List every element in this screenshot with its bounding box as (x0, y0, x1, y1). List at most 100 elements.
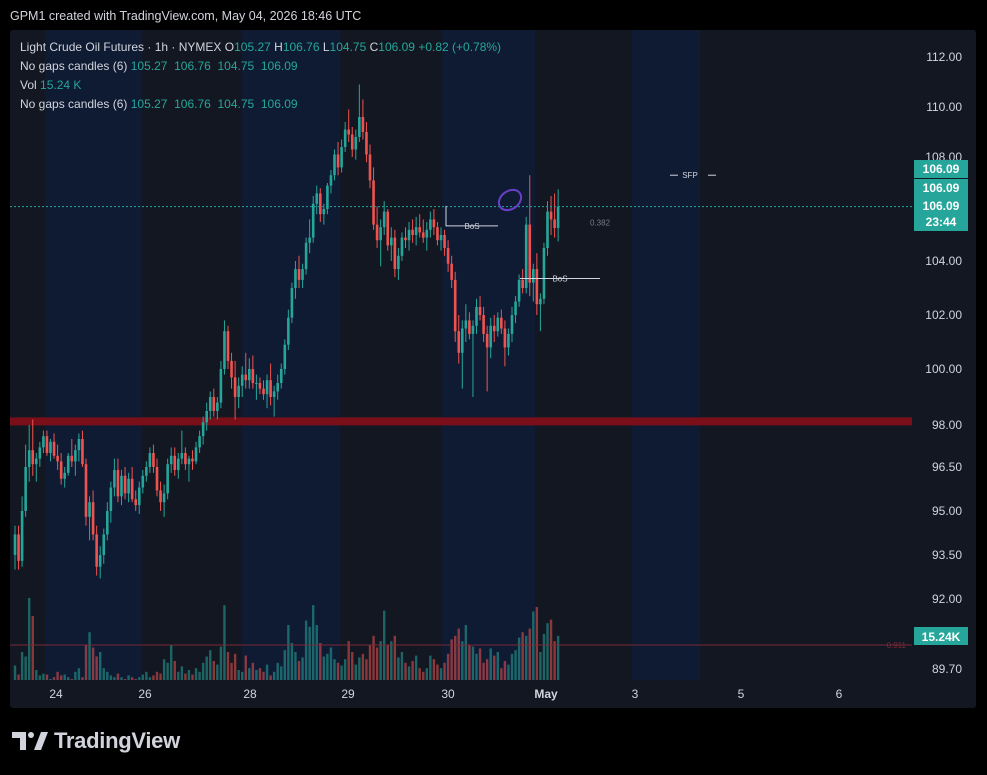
candle-body (42, 436, 45, 448)
candle-body (109, 487, 113, 511)
legend-indicator-1[interactable]: No gaps candles (6) 105.27 106.76 104.75… (20, 57, 501, 76)
candle-body (91, 502, 95, 535)
volume-bar (464, 625, 468, 688)
candle-body (521, 279, 524, 288)
candle-body (308, 237, 311, 243)
volume-bar (312, 605, 315, 688)
candle-body (173, 455, 177, 470)
candle-body (208, 397, 212, 411)
legend-open-value: 105.27 (234, 40, 271, 54)
candle-body (510, 315, 514, 334)
session-band (242, 30, 340, 708)
legend-close-value: 106.09 (378, 40, 415, 54)
candle-body (137, 487, 141, 506)
support-zone (10, 417, 912, 426)
candle-body (468, 320, 471, 334)
candle-body (340, 147, 343, 168)
candle-body (379, 227, 382, 241)
session-bands (45, 30, 700, 708)
tradingview-logo[interactable]: TradingView (12, 728, 180, 754)
candle-body (343, 129, 347, 147)
candle-body (84, 464, 88, 517)
legend-volume[interactable]: Vol 15.24 K (20, 76, 501, 95)
candle-body (507, 333, 510, 348)
x-tick-label: 29 (341, 687, 355, 701)
attribution-text: GPM1 created with TradingView.com, May 0… (10, 9, 362, 23)
legend-indicator-2[interactable]: No gaps candles (6) 105.27 106.76 104.75… (20, 95, 501, 114)
candle-body (425, 229, 429, 238)
x-tick-label: 26 (138, 687, 152, 701)
volume-bar (546, 623, 549, 688)
candle-body (390, 237, 393, 246)
candle-body (297, 269, 301, 280)
time-axis: 24 26 28 29 30 May 3 5 6 (10, 680, 976, 708)
indicator-1-name: No gaps candles (6) (20, 59, 128, 73)
candle-body (382, 211, 386, 228)
candle-body (276, 383, 279, 392)
volume-bar (88, 632, 91, 688)
x-tick-label: 6 (836, 687, 843, 701)
indicator-1-values: 105.27 106.76 104.75 106.09 (130, 59, 298, 73)
candle-body (411, 229, 414, 235)
candle-body (471, 325, 475, 334)
y-tick-label: 112.00 (926, 50, 962, 64)
candle-body (439, 235, 443, 241)
candle-body (443, 235, 446, 248)
candle-body (347, 129, 350, 135)
candle-body (446, 248, 450, 264)
volume-bar (31, 616, 34, 688)
y-tick-label: 98.00 (932, 418, 962, 432)
candle-body (478, 306, 482, 315)
candle-body (528, 224, 532, 283)
session-band (45, 30, 142, 708)
candle-body (372, 180, 375, 225)
candle-body (333, 154, 336, 176)
candle-body (130, 478, 134, 500)
candle-body (66, 455, 70, 473)
candle-body (546, 211, 549, 248)
candle-body (429, 219, 432, 230)
candle-body (365, 132, 368, 155)
candle-body (162, 493, 166, 503)
candle-body (216, 402, 219, 411)
volume-tag-label: 15.24K (922, 630, 961, 644)
candle-body (123, 475, 127, 494)
candle-body (63, 472, 66, 479)
chart-panel[interactable]: 0.911 BoS BoS 0.382 SFP 112.00 110.00 108.00 1… (10, 30, 976, 708)
candle-body (223, 331, 226, 369)
candle-body (155, 467, 159, 491)
candle-body (251, 369, 255, 383)
candle-body (56, 455, 59, 462)
candle-body (279, 369, 283, 383)
candle-body (113, 469, 116, 488)
candle-body (141, 475, 145, 488)
candle-body (542, 248, 546, 299)
candle-body (326, 185, 329, 209)
volume-bar (28, 598, 31, 688)
candle-body (240, 374, 244, 386)
candle-body (219, 369, 223, 403)
candle-body (354, 137, 358, 150)
legend-symbol[interactable]: Light Crude Oil Futures · 1h · NYMEX (20, 40, 221, 54)
candle-body (201, 422, 205, 437)
candle-body (283, 344, 287, 369)
candle-body (194, 447, 198, 462)
legend-change: +0.82 (+0.78%) (418, 40, 502, 54)
chart-legend: Light Crude Oil Futures · 1h · NYMEX O10… (20, 38, 501, 114)
candle-body (404, 237, 407, 241)
price-chart[interactable]: 0.911 BoSBoS0.382SFP 112.00110.00108.001… (10, 30, 976, 708)
candle-body (450, 263, 453, 280)
legend-low-key: L (322, 40, 330, 54)
fib-label: 0.382 (590, 219, 611, 228)
volume-bar (549, 619, 553, 688)
candle-body (187, 458, 191, 465)
candle-body (177, 458, 180, 470)
candle-body (322, 209, 326, 215)
y-tick-label: 92.00 (932, 592, 962, 606)
candle-body (262, 388, 265, 395)
candle-body (95, 534, 98, 567)
candle-body (52, 441, 56, 456)
candle-body (553, 219, 556, 228)
candle-body (49, 441, 52, 453)
candle-body (485, 333, 489, 348)
